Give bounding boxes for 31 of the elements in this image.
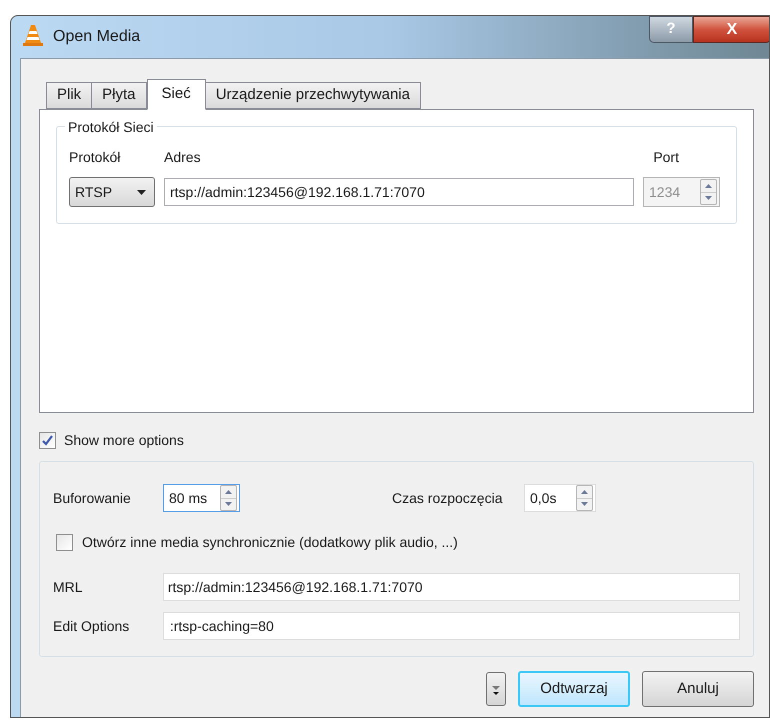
start-time-field[interactable]: 0,0s bbox=[524, 484, 596, 512]
traffic-cone-icon bbox=[23, 24, 43, 46]
tab[interactable]: Plik bbox=[46, 82, 92, 109]
checkbox[interactable] bbox=[56, 534, 73, 550]
protocol-label: Protokół bbox=[69, 148, 122, 167]
close-button[interactable]: X bbox=[693, 16, 769, 43]
cancel-button[interactable]: Anuluj bbox=[642, 671, 754, 707]
caching-label: Buforowanie bbox=[53, 488, 132, 508]
caret-icon bbox=[492, 683, 500, 695]
tab[interactable]: Urządzenie przechwytywania bbox=[204, 82, 421, 109]
spinner-arrows-icon[interactable] bbox=[576, 485, 593, 511]
tab[interactable]: Sieć bbox=[146, 79, 206, 110]
edit-options-field[interactable]: :rtsp-caching=80 bbox=[162, 612, 740, 640]
tab[interactable]: Płyta bbox=[91, 82, 147, 109]
play-button[interactable]: Odtwarzaj bbox=[518, 671, 630, 707]
address-field[interactable]: rtsp://admin:123456@192.168.1.71:7070 bbox=[164, 178, 634, 206]
mrl-field[interactable]: rtsp://admin:123456@192.168.1.71:7070 bbox=[162, 573, 740, 601]
port-label: Port bbox=[653, 148, 679, 167]
spinner-arrows-icon[interactable] bbox=[220, 485, 237, 511]
menu-toggle-button[interactable] bbox=[486, 672, 506, 706]
checkbox[interactable] bbox=[39, 432, 56, 448]
show-more-options-label[interactable]: Show more options bbox=[64, 430, 184, 450]
address-label: Adres bbox=[164, 148, 201, 167]
sync-media-label[interactable]: Otwórz inne media synchronicznie (dodatkowy plik audio, ...) bbox=[82, 532, 458, 552]
mrl-label: MRL bbox=[53, 578, 84, 596]
protocol-dropdown[interactable]: RTSP bbox=[69, 177, 155, 207]
caching-field[interactable]: 80 ms bbox=[163, 484, 240, 512]
start-time-label: Czas rozpoczęcia bbox=[392, 488, 504, 508]
edit-options-label: Edit Options bbox=[53, 616, 130, 636]
dropdown-arrow-icon bbox=[137, 190, 146, 194]
window-title: Open Media bbox=[53, 27, 140, 47]
